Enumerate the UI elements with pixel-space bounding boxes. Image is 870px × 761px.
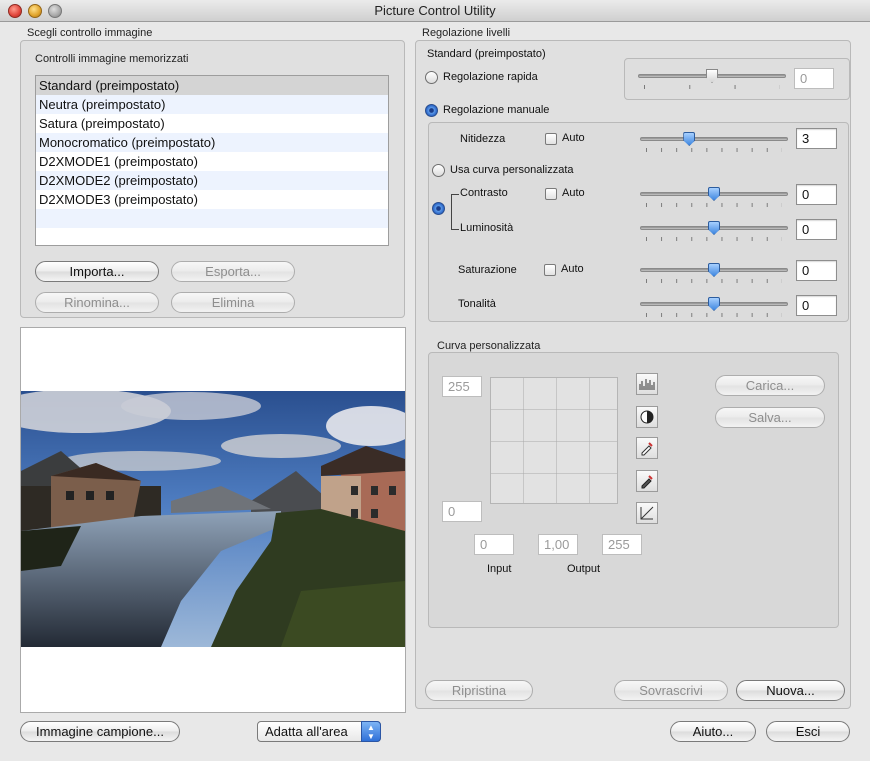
picture-control-list[interactable]: Standard (preimpostato) Neutra (preimpos…	[35, 75, 389, 246]
manual-adjust-label: Regolazione manuale	[443, 104, 550, 116]
saturation-auto-checkbox[interactable]	[544, 264, 556, 276]
saturation-label: Saturazione	[458, 264, 517, 276]
sample-photo	[21, 391, 405, 647]
sharpness-auto-label: Auto	[562, 132, 585, 144]
saturation-value[interactable]: 0	[796, 260, 837, 281]
new-button[interactable]: Nuova...	[736, 680, 845, 701]
use-custom-curve-radio[interactable]	[432, 164, 445, 177]
input-label: Input	[487, 563, 512, 575]
linear-curve-icon[interactable]	[636, 502, 658, 524]
quick-adjust-slider[interactable]	[638, 68, 786, 90]
hue-slider[interactable]	[640, 296, 788, 318]
contrast-auto-checkbox[interactable]	[545, 188, 557, 200]
quick-adjust-radio[interactable]	[425, 71, 438, 84]
output-max-field[interactable]: 255	[442, 376, 482, 397]
slider-thumb[interactable]	[706, 69, 718, 83]
level-adjust-label: Regolazione livelli	[422, 27, 511, 39]
histogram-icon[interactable]	[636, 373, 658, 395]
contrast-slider[interactable]	[640, 186, 788, 208]
slider-thumb[interactable]	[683, 132, 696, 146]
sharpness-slider[interactable]	[640, 131, 788, 153]
output-label: Output	[567, 563, 601, 575]
hue-value[interactable]: 0	[796, 295, 837, 316]
current-control-name: Standard (preimpostato)	[427, 48, 546, 60]
brightness-label: Luminosità	[460, 222, 514, 234]
gamma-field[interactable]: 1,00	[538, 534, 578, 555]
fit-view-select[interactable]: Adatta all'area ▲ ▼	[257, 721, 381, 742]
list-item[interactable]: Satura (preimpostato)	[36, 114, 388, 133]
contrast-label: Contrasto	[460, 187, 508, 199]
manual-adjust-radio[interactable]	[425, 104, 438, 117]
landscape-image	[21, 391, 405, 647]
brightness-value[interactable]: 0	[796, 219, 837, 240]
use-custom-curve-label: Usa curva personalizzata	[450, 164, 574, 176]
brightness-slider[interactable]	[640, 220, 788, 242]
contrast-value[interactable]: 0	[796, 184, 837, 205]
eyedropper-white-icon[interactable]	[636, 437, 658, 459]
list-empty-row	[36, 209, 388, 228]
saturation-slider[interactable]	[640, 262, 788, 284]
sample-image-button[interactable]: Immagine campione...	[20, 721, 180, 742]
contrast-brightness-radio[interactable]	[432, 202, 445, 215]
hue-label: Tonalità	[458, 298, 496, 310]
exit-button[interactable]: Esci	[766, 721, 850, 742]
quick-adjust-value[interactable]: 0	[794, 68, 834, 89]
bracket-line	[451, 194, 459, 230]
output-min-field[interactable]: 0	[442, 501, 482, 522]
rename-button[interactable]: Rinomina...	[35, 292, 159, 313]
custom-curve-title: Curva personalizzata	[437, 340, 541, 352]
list-item[interactable]: Neutra (preimpostato)	[36, 95, 388, 114]
export-button[interactable]: Esporta...	[171, 261, 295, 282]
reset-button[interactable]: Ripristina	[425, 680, 533, 701]
help-button[interactable]: Aiuto...	[670, 721, 756, 742]
slider-thumb[interactable]	[708, 187, 720, 201]
delete-button[interactable]: Elimina	[171, 292, 295, 313]
list-item[interactable]: Monocromatico (preimpostato)	[36, 133, 388, 152]
stored-controls-label: Controlli immagine memorizzati	[35, 53, 189, 65]
fit-view-select-value: Adatta all'area	[265, 724, 348, 739]
contrast-auto-label: Auto	[562, 187, 585, 199]
title-bar: Picture Control Utility	[0, 0, 870, 22]
choose-picture-control-label: Scegli controllo immagine	[27, 27, 153, 39]
save-curve-button[interactable]: Salva...	[715, 407, 825, 428]
sharpness-value[interactable]: 3	[796, 128, 837, 149]
input-high-field[interactable]: 255	[602, 534, 642, 555]
window-title: Picture Control Utility	[374, 3, 496, 18]
contrast-circle-icon[interactable]	[636, 406, 658, 428]
list-item[interactable]: D2XMODE1 (preimpostato)	[36, 152, 388, 171]
select-arrows-icon: ▲ ▼	[361, 721, 381, 742]
preview-panel	[20, 327, 406, 713]
sharpness-auto-checkbox[interactable]	[545, 133, 557, 145]
overwrite-button[interactable]: Sovrascrivi	[614, 680, 728, 701]
saturation-auto-label: Auto	[561, 263, 584, 275]
slider-thumb[interactable]	[708, 297, 720, 311]
slider-thumb[interactable]	[708, 221, 720, 235]
list-item[interactable]: D2XMODE2 (preimpostato)	[36, 171, 388, 190]
quick-adjust-label: Regolazione rapida	[443, 71, 538, 83]
list-item[interactable]: D2XMODE3 (preimpostato)	[36, 190, 388, 209]
slider-thumb[interactable]	[708, 263, 720, 277]
list-item[interactable]: Standard (preimpostato)	[36, 76, 388, 95]
input-low-field[interactable]: 0	[474, 534, 514, 555]
sharpness-label: Nitidezza	[460, 133, 506, 145]
curve-graph[interactable]	[490, 377, 618, 504]
eyedropper-black-icon[interactable]	[636, 470, 658, 492]
import-button[interactable]: Importa...	[35, 261, 159, 282]
load-curve-button[interactable]: Carica...	[715, 375, 825, 396]
